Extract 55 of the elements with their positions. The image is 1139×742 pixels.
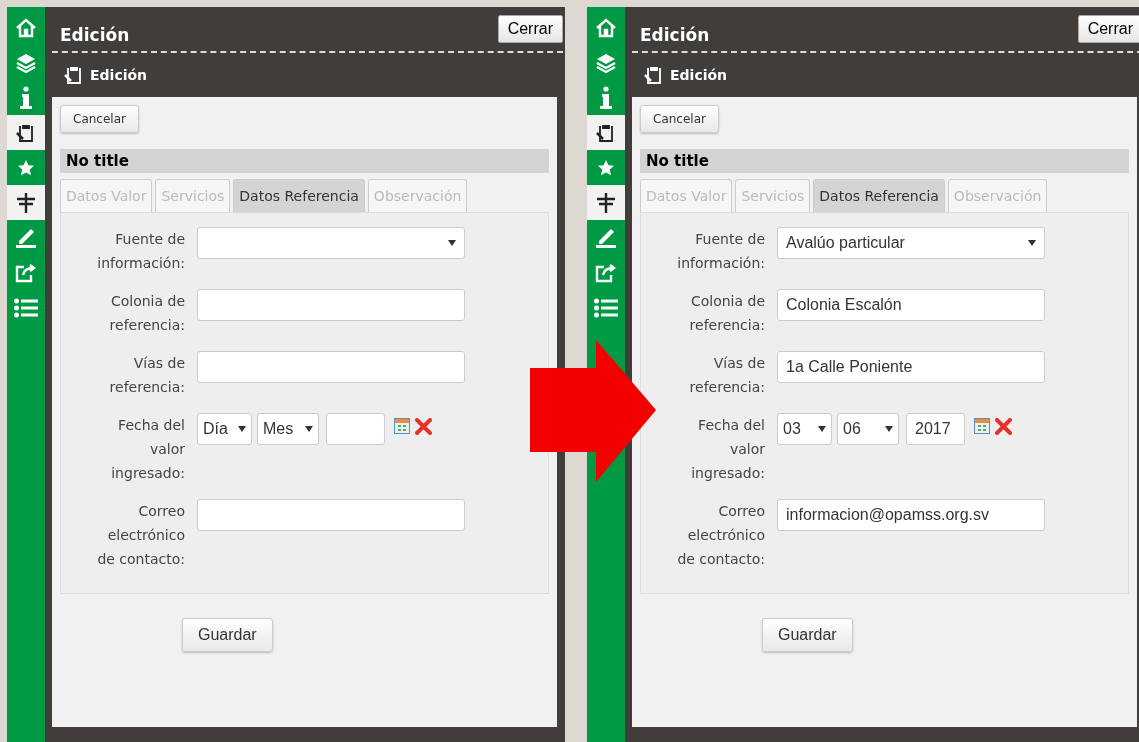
close-button[interactable]: Cerrar [497,15,563,43]
clipboard-pencil-icon [644,65,664,85]
field-label: Fuente de información: [676,230,765,273]
input-field[interactable]: informacion@opamss.org.sv [777,499,1045,531]
tab[interactable]: Datos Referencia [813,179,945,212]
clipboard-pencil-icon [64,65,84,85]
caret-icon [1028,240,1036,246]
field-label: Vías de referencia: [108,354,185,397]
year-field[interactable] [326,413,385,445]
cancel-button[interactable]: Cancelar [60,105,139,133]
clipboard-pencil-icon[interactable] [587,115,625,150]
field-label: Correo electrónico de contacto: [96,502,185,569]
caret-icon [885,426,893,432]
close-button[interactable]: Cerrar [1077,15,1139,43]
year-field[interactable]: 2017 [906,413,965,445]
window-title: Edición [640,25,710,45]
select-field[interactable]: Avalúo particular [777,227,1045,259]
month-select[interactable]: 06 [837,413,899,445]
field-label: Vías de referencia: [688,354,765,397]
section-title: Edición [90,67,148,83]
field-label: Fecha del valor ingresado: [110,416,185,483]
input-field[interactable]: Colonia Escalón [777,289,1045,321]
caret-icon [818,426,826,432]
day-select[interactable]: Día [197,413,252,445]
signpost-icon[interactable] [7,185,45,220]
tab[interactable]: Datos Referencia [233,179,365,212]
section-title: Edición [670,67,728,83]
caret-icon [448,240,456,246]
arrow-icon [530,340,656,482]
field-label: Correo electrónico de contacto: [676,502,765,569]
input-field[interactable] [197,499,465,531]
form-title: No title [640,149,1129,173]
save-button[interactable]: Guardar [182,618,273,652]
signpost-icon[interactable] [587,185,625,220]
form-title: No title [60,149,549,173]
day-select[interactable]: 03 [777,413,832,445]
calendar-icon[interactable] [974,418,990,434]
clear-icon[interactable] [415,418,432,435]
field-label: Colonia de referencia: [108,292,185,335]
month-select[interactable]: Mes [257,413,319,445]
field-label: Fuente de información: [96,230,185,273]
field-label: Fecha del valor ingresado: [690,416,765,483]
input-field[interactable] [197,289,465,321]
window-title: Edición [60,25,130,45]
field-label: Colonia de referencia: [688,292,765,335]
input-field[interactable] [197,351,465,383]
caret-icon [238,426,246,432]
cancel-button[interactable]: Cancelar [640,105,719,133]
caret-icon [305,426,313,432]
calendar-icon[interactable] [394,418,410,434]
input-field[interactable]: 1a Calle Poniente [777,351,1045,383]
select-field[interactable] [197,227,465,259]
clipboard-pencil-icon[interactable] [7,115,45,150]
save-button[interactable]: Guardar [762,618,853,652]
clear-icon[interactable] [995,418,1012,435]
